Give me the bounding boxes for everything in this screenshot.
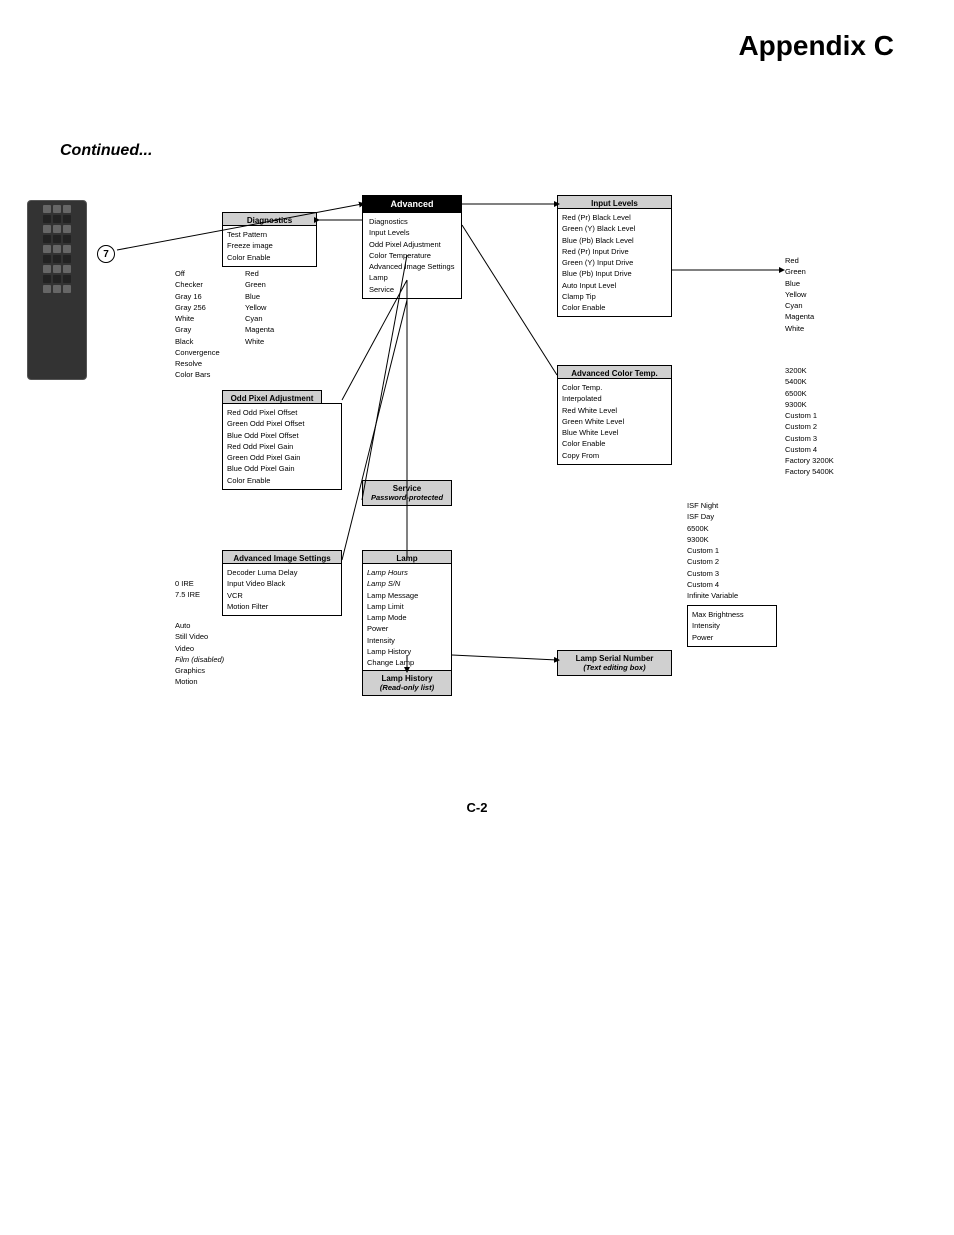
- input-levels-label: Input Levels: [562, 199, 667, 208]
- diagnostics-colors-list: Red Green Blue Yellow Cyan Magenta White: [245, 268, 274, 347]
- odd-pixel-items: Red Odd Pixel Offset Green Odd Pixel Off…: [222, 403, 342, 490]
- lamp-history-note: (Read-only list): [367, 683, 447, 692]
- page-title: Appendix C: [0, 0, 954, 62]
- color-temp-values: 3200K 5400K 6500K 9300K Custom 1 Custom …: [785, 365, 834, 478]
- lamp-serial-note: (Text editing box): [562, 663, 667, 672]
- copy-from-values: ISF Night ISF Day 6500K 9300K Custom 1 C…: [687, 500, 738, 601]
- lamp-history-label: Lamp History: [367, 674, 447, 683]
- service-label: Service: [367, 484, 447, 493]
- service-note: Password-protected: [367, 493, 447, 502]
- advanced-color-temp-items: Color Temp. Interpolated Red White Level…: [557, 378, 672, 465]
- motion-filter-values: Auto Still Video Video Film (disabled) G…: [175, 620, 224, 688]
- ire-values: 0 IRE 7.5 IRE: [175, 578, 200, 601]
- advanced-image-label: Advanced Image Settings: [227, 554, 337, 563]
- advanced-box: Advanced: [362, 195, 462, 213]
- test-patterns-list: Off Checker Gray 16 Gray 256 White Gray …: [175, 268, 220, 381]
- max-brightness-box: Max Brightness Intensity Power: [687, 605, 777, 647]
- diagnostics-label: Diagnostics: [227, 216, 312, 225]
- diagram-area: 7 Advanced Diagnostics Input Levels Odd …: [27, 190, 927, 770]
- diagnostics-items: Test Pattern Freeze image Color Enable: [222, 225, 317, 267]
- advanced-color-temp-label: Advanced Color Temp.: [562, 369, 667, 378]
- lamp-history-box: Lamp History (Read-only list): [362, 670, 452, 696]
- advanced-label: Advanced: [369, 199, 455, 209]
- advanced-items: Diagnostics Input Levels Odd Pixel Adjus…: [362, 212, 462, 299]
- advanced-image-items: Decoder Luma Delay Input Video Black VCR…: [222, 563, 342, 616]
- input-levels-colors: Red Green Blue Yellow Cyan Magenta White: [785, 255, 814, 334]
- page-footer: C-2: [0, 800, 954, 845]
- input-levels-items: Red (Pr) Black Level Green (Y) Black Lev…: [557, 208, 672, 317]
- lamp-label: Lamp: [367, 554, 447, 563]
- step-circle-7: 7: [97, 245, 115, 263]
- remote-control: [27, 200, 87, 380]
- continued-label: Continued...: [0, 62, 954, 160]
- lamp-items: Lamp Hours Lamp S/N Lamp Message Lamp Li…: [362, 563, 452, 672]
- lamp-serial-label: Lamp Serial Number: [562, 654, 667, 663]
- service-box: Service Password-protected: [362, 480, 452, 506]
- lamp-serial-box: Lamp Serial Number (Text editing box): [557, 650, 672, 676]
- odd-pixel-label: Odd Pixel Adjustment: [227, 394, 317, 403]
